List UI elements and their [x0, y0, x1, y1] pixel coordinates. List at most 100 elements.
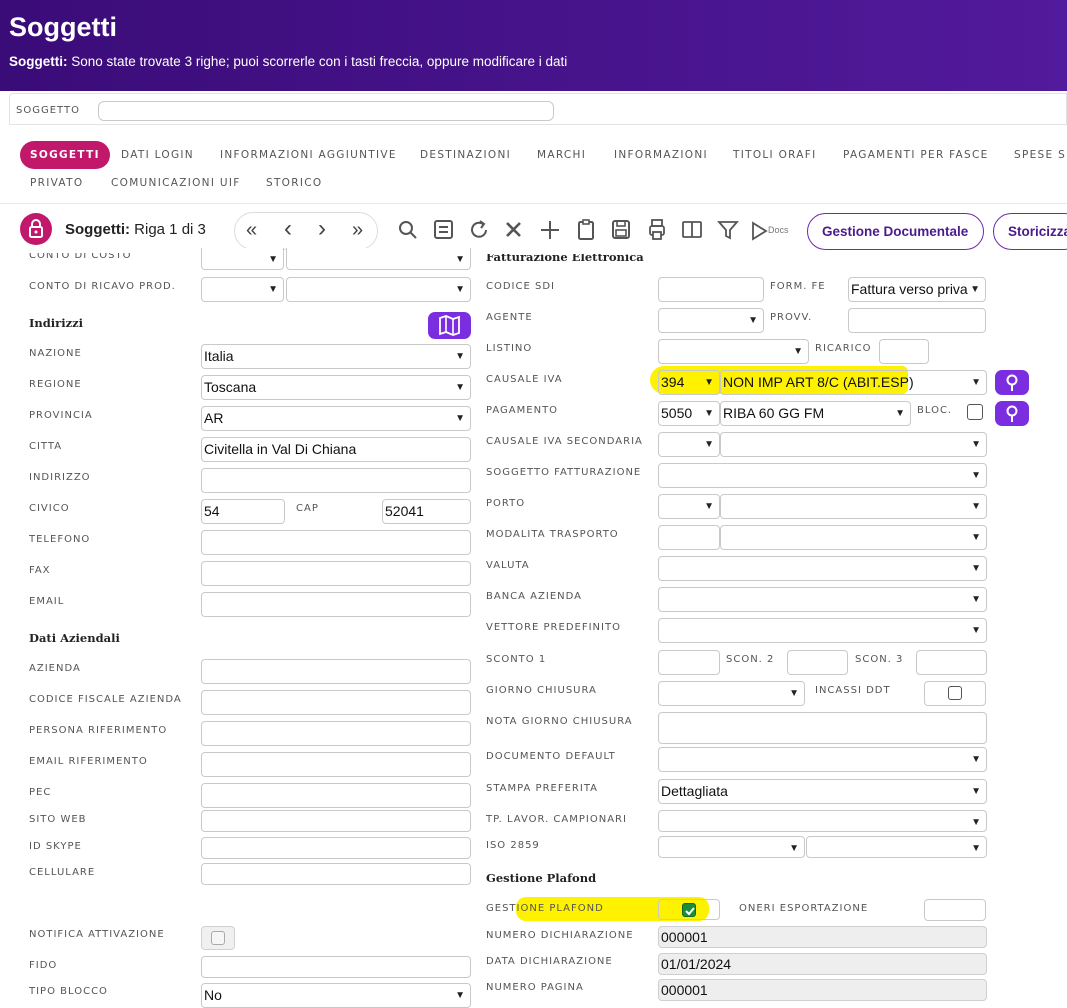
conto-costo-code-select[interactable]: ▼ [201, 248, 284, 270]
fido-input[interactable] [201, 956, 471, 978]
notifica-attivazione-checkbox[interactable] [211, 931, 225, 945]
tab-informazioni[interactable]: INFORMAZIONI [614, 149, 708, 161]
iso-2859-code-select[interactable]: ▼ [658, 836, 805, 858]
vettore-predefinito-select[interactable]: ▼ [658, 618, 987, 643]
citta-input[interactable]: Civitella in Val Di Chiana [201, 437, 471, 462]
next-record-button[interactable]: › [318, 215, 326, 243]
azienda-input[interactable] [201, 659, 471, 684]
tp-lavor-campionari-select[interactable]: ▼ [658, 810, 987, 832]
causale-iva-sec-desc-select[interactable]: ▼ [720, 432, 987, 457]
save-icon[interactable] [609, 217, 633, 243]
indirizzo-input[interactable] [201, 468, 471, 493]
listino-select[interactable]: ▼ [658, 339, 809, 364]
chevron-down-icon: ▼ [971, 563, 981, 574]
first-record-button[interactable]: « [246, 219, 257, 242]
email-riferimento-input[interactable] [201, 752, 471, 777]
causale-iva-lookup-button[interactable] [995, 370, 1029, 395]
search-icon[interactable] [396, 217, 420, 243]
tab-informazioni-aggiuntive[interactable]: INFORMAZIONI AGGIUNTIVE [220, 149, 397, 161]
incassi-ddt-checkbox[interactable] [948, 686, 962, 700]
filter-icon[interactable] [716, 217, 740, 243]
giorno-chiusura-select[interactable]: ▼ [658, 681, 805, 706]
prev-record-button[interactable]: ‹ [284, 215, 292, 243]
causale-iva-sec-code-select[interactable]: ▼ [658, 432, 720, 457]
causale-iva-code-select[interactable]: 394 ▼ [658, 370, 720, 395]
nota-giorno-chiusura-textarea[interactable] [658, 712, 987, 744]
codice-sdi-input[interactable] [658, 277, 764, 302]
conto-ricavo-desc-select[interactable]: ▼ [286, 277, 471, 302]
codice-sdi-label: CODICE SDI [486, 281, 555, 292]
modalita-trasporto-select[interactable]: ▼ [720, 525, 987, 550]
tab-titoli-orafi[interactable]: TITOLI ORAFI [733, 149, 817, 161]
docs-button[interactable]: Docs [750, 220, 794, 242]
form-fe-select[interactable]: Fattura verso priva ▼ [848, 277, 986, 302]
stampa-preferita-select[interactable]: Dettagliata ▼ [658, 779, 987, 804]
delete-icon[interactable] [502, 217, 526, 243]
pec-input[interactable] [201, 783, 471, 808]
scon3-input[interactable] [916, 650, 987, 675]
tab-destinazioni[interactable]: DESTINAZIONI [420, 149, 511, 161]
tab-soggetti[interactable]: SOGGETTI [20, 141, 110, 169]
regione-select[interactable]: Toscana ▼ [201, 375, 471, 400]
persona-riferimento-input[interactable] [201, 721, 471, 746]
gestione-plafond-checkbox[interactable] [682, 903, 696, 917]
add-icon[interactable] [538, 217, 562, 243]
provincia-select[interactable]: AR ▼ [201, 406, 471, 431]
cellulare-input[interactable] [201, 863, 471, 885]
print-icon[interactable] [645, 217, 669, 243]
pagamento-desc-select[interactable]: RIBA 60 GG FM ▼ [720, 401, 911, 426]
fax-input[interactable] [201, 561, 471, 586]
tab-spese-sp[interactable]: SPESE SP [1014, 149, 1067, 161]
soggetto-search-input[interactable] [98, 101, 554, 121]
nazione-select[interactable]: Italia ▼ [201, 344, 471, 369]
tab-dati-login[interactable]: DATI LOGIN [121, 149, 194, 161]
banca-azienda-select[interactable]: ▼ [658, 587, 987, 612]
tipo-blocco-select[interactable]: No ▼ [201, 983, 471, 1008]
iso-2859-label: ISO 2859 [486, 840, 540, 851]
data-dichiarazione-input[interactable]: 01/01/2024 [658, 953, 987, 975]
provv-input[interactable] [848, 308, 986, 333]
last-record-button[interactable]: » [352, 219, 363, 242]
iso-2859-desc-select[interactable]: ▼ [806, 836, 987, 858]
telefono-input[interactable] [201, 530, 471, 555]
agente-select[interactable]: ▼ [658, 308, 764, 333]
numero-pagina-input[interactable]: 000001 [658, 979, 987, 1001]
cap-input[interactable]: 52041 [382, 499, 471, 524]
pagamento-code-select[interactable]: 5050 ▼ [658, 401, 720, 426]
list-icon[interactable] [432, 217, 456, 243]
conto-costo-desc-select[interactable]: ▼ [286, 248, 471, 270]
conto-ricavo-code-select[interactable]: ▼ [201, 277, 284, 302]
cf-azienda-input[interactable] [201, 690, 471, 715]
valuta-select[interactable]: ▼ [658, 556, 987, 581]
sconto1-input[interactable] [658, 650, 720, 675]
email-input[interactable] [201, 592, 471, 617]
lock-button[interactable] [20, 213, 52, 245]
causale-iva-desc-select[interactable]: NON IMP ART 8/C (ABIT.ESP) ▼ [720, 370, 987, 395]
tab-privato[interactable]: PRIVATO [30, 177, 83, 189]
civico-input[interactable]: 54 [201, 499, 285, 524]
refresh-icon[interactable] [467, 217, 491, 243]
gestione-documentale-button[interactable]: Gestione Documentale [807, 213, 984, 250]
tab-comunicazioni-uif[interactable]: COMUNICAZIONI UIF [111, 177, 241, 189]
tab-pagamenti-per-fasce[interactable]: PAGAMENTI PER FASCE [843, 149, 989, 161]
modalita-trasporto-code-input[interactable] [658, 525, 720, 550]
porto-code-select[interactable]: ▼ [658, 494, 720, 519]
storicizza-button[interactable]: Storicizza [993, 213, 1067, 250]
tab-storico[interactable]: STORICO [266, 177, 322, 189]
oneri-esportazione-input[interactable] [924, 899, 986, 921]
sito-web-input[interactable] [201, 810, 471, 832]
section-gestione-plafond: Gestione Plafond [486, 871, 597, 885]
porto-desc-select[interactable]: ▼ [720, 494, 987, 519]
id-skype-input[interactable] [201, 837, 471, 859]
ricarico-input[interactable] [879, 339, 929, 364]
book-icon[interactable] [680, 217, 704, 243]
scon2-input[interactable] [787, 650, 848, 675]
pagamento-lookup-button[interactable] [995, 401, 1029, 426]
map-button[interactable] [428, 312, 471, 339]
tab-marchi[interactable]: MARCHI [537, 149, 586, 161]
numero-dichiarazione-input[interactable]: 000001 [658, 926, 987, 948]
bloc-checkbox[interactable] [967, 404, 983, 420]
soggetto-fatturazione-select[interactable]: ▼ [658, 463, 987, 488]
clipboard-icon[interactable] [574, 217, 598, 243]
documento-default-select[interactable]: ▼ [658, 747, 987, 772]
